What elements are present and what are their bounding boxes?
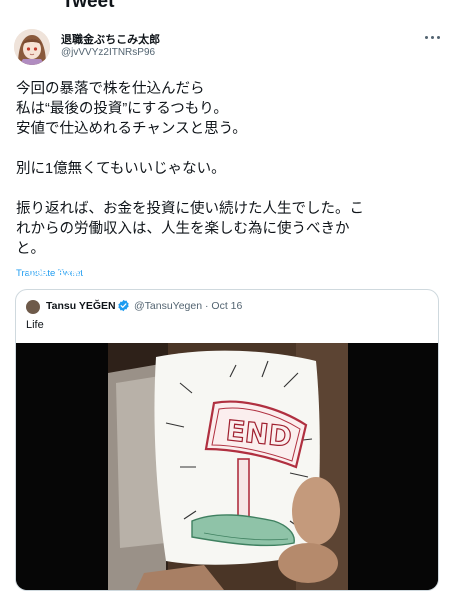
video-time: 0:00 [28,268,48,279]
top-bar: Tweet [0,0,458,22]
video-player[interactable]: END [16,343,438,590]
tweet-line: 私は“最後の投資”にするつもり。 [16,101,228,117]
tweet-text: 今回の暴落で株を仕込んだら 私は“最後の投資”にするつもり。 安値で仕込めれるチ… [16,79,440,259]
author-avatar[interactable] [14,29,50,65]
quoted-author-avatar[interactable] [26,300,40,314]
author-name[interactable]: 退職金ぶちこみ太郎 [61,31,160,47]
avatar-image [14,29,50,65]
tweet-line: 安値で仕込めれるチャンスと思う。 [16,121,247,137]
quoted-tweet-text: Life [26,319,44,331]
video-views: 6.2M views [58,268,108,279]
tweet-line: 今回の暴落で株を仕込んだら [16,81,205,97]
video-thumbnail: END [16,343,438,590]
tweet-line: れからの労働収入は、人生を楽しむ為に使うべきか [16,221,350,237]
page-title: Tweet [62,0,115,12]
more-horizontal-icon[interactable] [422,30,442,44]
tweet-line: 別に1億無くてもいいじゃない。 [16,161,226,177]
quoted-author-name[interactable]: Tansu YEĞEN [46,300,116,312]
tweet-line: と。 [16,241,45,257]
quoted-tweet-card[interactable]: Tansu YEĞEN @TansuYegen · Oct 16 Life EN… [15,289,439,591]
verified-badge-icon [118,299,129,312]
author-handle[interactable]: @jvVVYz2ITNRsP96 [61,47,155,58]
tweet-line: 振り返れば、お金を投資に使い続けた人生でした。こ [16,201,364,217]
quoted-author-handle-date[interactable]: @TansuYegen · Oct 16 [134,300,242,312]
video-sign-text: END [224,414,293,454]
